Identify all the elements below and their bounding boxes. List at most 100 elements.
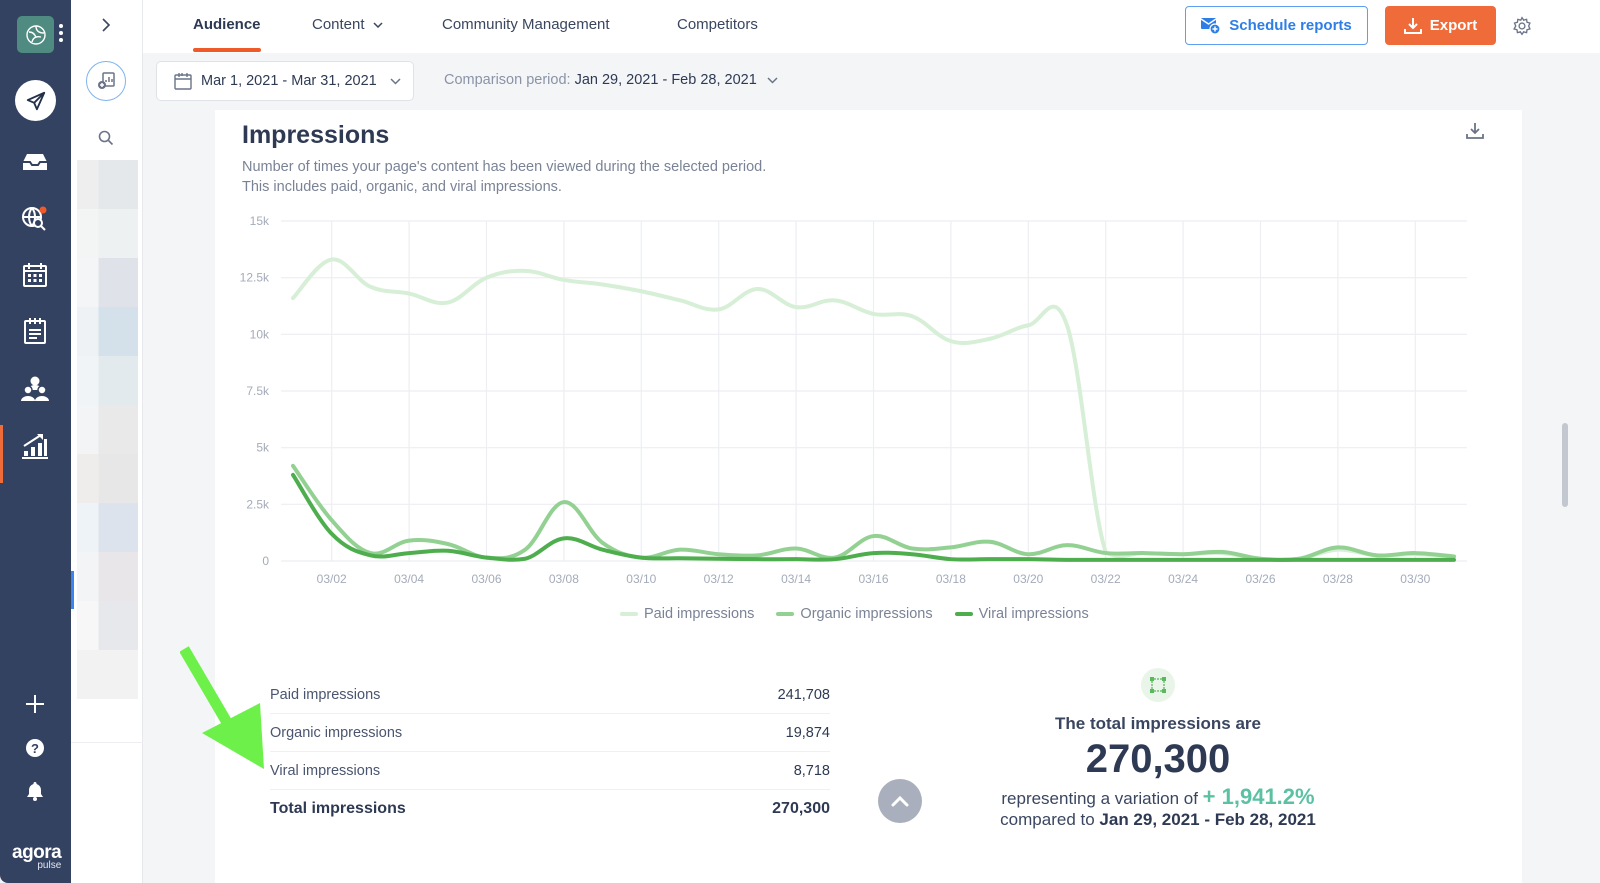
impressions-line-chart: 0 2.5k 5k 7.5k 10k 12.5k 15k 03/02 03/04 03/06 03… — [240, 214, 1467, 586]
page-scrollbar[interactable] — [1562, 423, 1568, 507]
search-icon — [98, 130, 114, 146]
x-tick-label: 03/30 — [1400, 572, 1430, 586]
summary-row-total: Total impressions 270,300 — [270, 800, 830, 817]
summary-row-viral: Viral impressions 8,718 — [270, 752, 830, 790]
date-range-picker[interactable]: Mar 1, 2021 - Mar 31, 2021 — [156, 61, 414, 101]
legend-swatch — [620, 612, 638, 616]
chevron-down-icon — [767, 77, 778, 84]
chart-grid — [281, 220, 1467, 562]
x-tick-label: 03/02 — [317, 572, 347, 586]
nav-help[interactable]: ? — [14, 727, 56, 769]
nav-inbox[interactable] — [14, 141, 56, 183]
tab-content[interactable]: Content — [312, 16, 383, 33]
impressions-summary-table: Paid impressions 241,708 Organic impress… — [270, 676, 830, 828]
profile-item[interactable] — [77, 307, 138, 356]
right-gutter — [1522, 110, 1600, 883]
nav-active-indicator — [0, 425, 3, 483]
workspace-menu-kebab-icon[interactable] — [59, 24, 63, 42]
nav-team[interactable] — [14, 367, 56, 409]
profile-item[interactable] — [77, 650, 138, 699]
paper-plane-icon — [26, 91, 45, 110]
profile-item[interactable] — [77, 160, 138, 209]
x-tick-label: 03/14 — [781, 572, 811, 586]
x-tick-label: 03/12 — [704, 572, 734, 586]
inbox-tray-icon — [23, 154, 47, 170]
calendar-icon — [174, 73, 192, 90]
variation-percent: + 1,941.2% — [1202, 784, 1315, 809]
search-profiles-button[interactable] — [95, 127, 117, 149]
profile-item[interactable] — [77, 601, 138, 650]
y-tick-label: 2.5k — [246, 497, 270, 511]
chevron-up-icon — [891, 795, 909, 806]
total-impressions-value: 270,300 — [1085, 737, 1231, 781]
x-tick-label: 03/26 — [1245, 572, 1275, 586]
tab-audience[interactable]: Audience — [193, 16, 261, 52]
plus-icon — [26, 695, 44, 713]
question-icon: ? — [26, 739, 44, 757]
export-button[interactable]: Export — [1385, 6, 1496, 45]
globe-search-icon — [22, 206, 47, 231]
profile-item[interactable] — [77, 356, 138, 405]
summary-row-organic: Organic impressions 19,874 — [270, 714, 830, 752]
x-tick-label: 03/04 — [394, 572, 424, 586]
mail-add-icon — [1201, 17, 1221, 35]
legend-swatch — [954, 612, 973, 616]
profile-item[interactable] — [77, 454, 138, 503]
settings-button[interactable] — [1512, 16, 1532, 36]
nav-notifications[interactable] — [14, 770, 56, 812]
profile-item[interactable] — [77, 209, 138, 258]
active-tab-underline — [193, 48, 261, 52]
gear-icon — [1513, 16, 1531, 36]
nav-listening[interactable] — [14, 197, 56, 239]
comparison-period-selector[interactable]: Comparison period: Jan 29, 2021 - Feb 28… — [444, 72, 778, 88]
y-tick-label: 10k — [250, 327, 270, 341]
selected-profile-indicator — [71, 571, 74, 609]
metric-icon-badge — [1141, 668, 1175, 702]
tab-community-management[interactable]: Community Management — [442, 16, 610, 33]
divider — [71, 742, 143, 743]
nav-add[interactable] — [14, 683, 56, 725]
nav-publish[interactable] — [15, 80, 56, 121]
profile-item[interactable] — [77, 405, 138, 454]
tab-competitors[interactable]: Competitors — [677, 16, 758, 33]
y-tick-label: 7.5k — [246, 384, 270, 398]
add-report-icon — [98, 72, 115, 89]
blurred-profile-list — [77, 160, 138, 750]
notepad-icon — [24, 318, 46, 344]
chevron-right-icon — [102, 18, 111, 32]
nav-calendar[interactable] — [14, 254, 56, 296]
y-axis-ticks: 0 2.5k 5k 7.5k 10k 12.5k 15k — [240, 214, 270, 568]
expand-panel-button[interactable] — [95, 14, 117, 36]
legend-item-organic[interactable]: Organic impressions — [776, 606, 933, 622]
chart-up-icon — [22, 434, 48, 459]
chevron-down-icon — [373, 22, 383, 29]
profile-item[interactable] — [77, 503, 138, 552]
profile-item[interactable] — [77, 258, 138, 307]
x-tick-label: 03/10 — [626, 572, 656, 586]
scroll-to-top-button[interactable] — [878, 779, 922, 823]
main-nav-rail: ? agora pulse — [0, 0, 71, 883]
users-icon — [21, 376, 49, 401]
x-tick-label: 03/22 — [1091, 572, 1121, 586]
nav-reports-list[interactable] — [14, 310, 56, 352]
leaf-globe-icon — [25, 24, 46, 45]
y-tick-label: 12.5k — [240, 271, 270, 285]
workspace-logo[interactable] — [17, 16, 54, 53]
top-bar: Audience Content Community Management Co… — [143, 0, 1600, 53]
agorapulse-logo: agora pulse — [12, 842, 62, 871]
schedule-reports-button[interactable]: Schedule reports — [1185, 6, 1368, 45]
y-tick-label: 0 — [262, 554, 269, 568]
x-axis-ticks: 03/02 03/04 03/06 03/08 03/10 03/12 03/14 03/16… — [317, 572, 1431, 586]
add-report-button[interactable] — [86, 61, 126, 101]
nav-analytics[interactable] — [14, 424, 56, 466]
y-tick-label: 5k — [256, 441, 270, 455]
x-tick-label: 03/08 — [549, 572, 579, 586]
x-tick-label: 03/28 — [1323, 572, 1353, 586]
profile-item[interactable] — [77, 552, 138, 601]
legend-item-viral[interactable]: Viral impressions — [954, 606, 1089, 622]
legend-item-paid[interactable]: Paid impressions — [620, 606, 754, 622]
profiles-panel — [71, 0, 143, 883]
x-tick-label: 03/06 — [471, 572, 501, 586]
chevron-down-icon — [390, 77, 401, 85]
y-tick-label: 15k — [250, 214, 270, 228]
